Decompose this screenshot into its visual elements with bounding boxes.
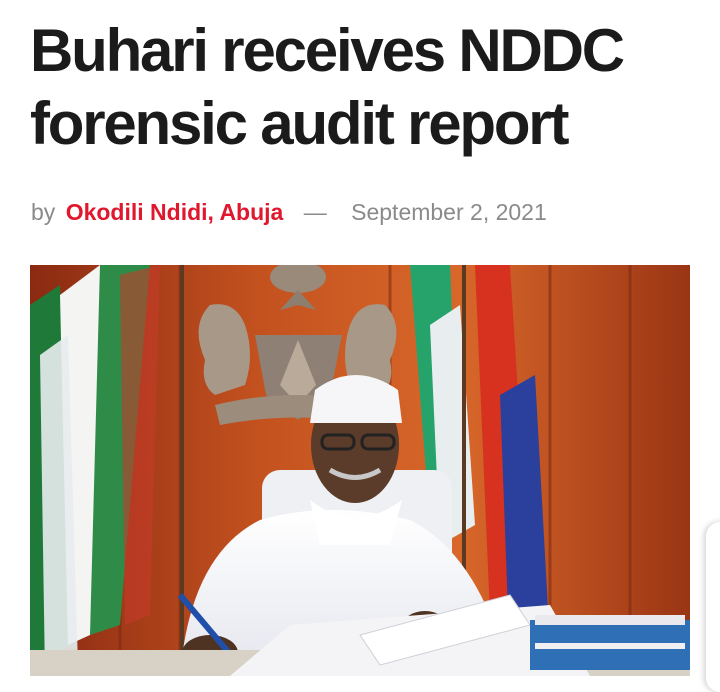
byline-prefix: by: [31, 199, 56, 225]
publish-date: September 2, 2021: [351, 199, 547, 225]
side-panel-edge[interactable]: [706, 522, 720, 692]
article-featured-image[interactable]: [30, 265, 690, 676]
author-link[interactable]: Okodili Ndidi, Abuja: [66, 199, 284, 225]
article-meta: by Okodili Ndidi, Abuja — September 2, 2…: [31, 197, 547, 227]
meta-separator: —: [303, 199, 327, 225]
article-title: Buhari receives NDDC forensic audit repo…: [30, 17, 625, 157]
